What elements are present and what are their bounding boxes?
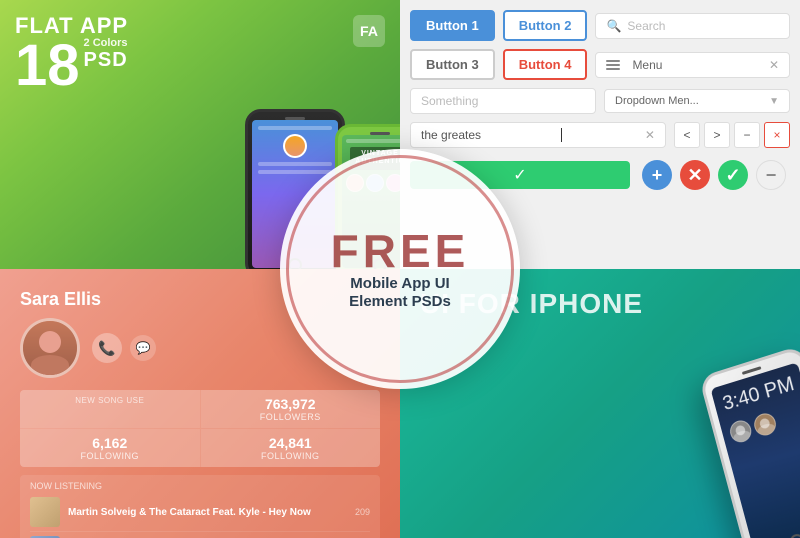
button-row-1: Button 1 Button 2 🔍 Search [410,10,790,41]
stat-label-followers: FOLLOWERS [211,412,371,422]
stat-cell-2: 763,972 FOLLOWERS [201,390,381,428]
music-num-1: 209 [355,507,370,517]
text-input-row: the greates ✕ < > − × [410,122,790,148]
music-row-1: Martin Solveig & The Cataract Feat. Kyle… [30,493,370,532]
main-container: FLAT APP 18 2 Colors PSD FA [0,0,800,538]
menu-line-1 [606,60,620,62]
remove-button[interactable]: ✕ [680,160,710,190]
iphone-3d-mockup: 3:40 PM [720,358,800,538]
iphone-body: 3:40 PM [699,345,800,538]
stat-cell-4: 24,841 FOLLOWING [201,429,381,467]
stat-number-24841: 24,841 [211,435,371,451]
search-icon: 🔍 [606,19,621,33]
nav-next-button[interactable]: > [704,122,730,148]
text-input-field[interactable]: the greates ✕ [410,122,666,148]
input-clear-icon[interactable]: ✕ [645,128,655,142]
music-info-1: Martin Solveig & The Cataract Feat. Kyle… [68,507,347,518]
flat-app-text-block: FLAT APP 18 2 Colors PSD [15,15,128,95]
button-2[interactable]: Button 2 [503,10,588,41]
music-song-1: Martin Solveig & The Cataract Feat. Kyle… [68,507,347,518]
dropdown-menu[interactable]: Dropdown Men... ▼ [604,89,790,113]
button-3[interactable]: Button 3 [410,49,495,80]
stat-label-following: FOLLOWING [30,451,190,461]
menu-line-2 [606,64,620,66]
input-placeholder: Something [421,94,478,108]
music-row-2: Martin Solveig & The Cataract Feat. Kyle… [30,532,370,538]
menu-icon [606,60,620,70]
search-field[interactable]: 🔍 Search [595,13,790,39]
stat-label-1: NEW SONG USE [30,396,190,405]
chevron-down-icon: ▼ [769,96,779,107]
outer-circle: FREE Mobile App UI Element PSDs [280,149,520,389]
cursor [561,128,562,142]
stat-label-following-2: FOLLOWING [211,451,371,461]
nav-minus-button[interactable]: − [734,122,760,148]
colors-psd-block: 2 Colors PSD [84,37,128,78]
call-button[interactable]: 📞 [92,333,122,363]
nav-close-button[interactable]: × [764,122,790,148]
search-placeholder: Search [627,19,665,33]
psd-label: PSD [84,49,128,72]
ok-button[interactable]: ✓ [718,160,748,190]
iphone-screen: 3:40 PM [711,362,800,538]
center-circle-overlay: FREE Mobile App UI Element PSDs [280,149,520,389]
stats-grid: NEW SONG USE 763,972 FOLLOWERS 6,162 FOL… [20,390,380,467]
friends-bar [346,139,400,143]
flat-app-subtitle: 18 2 Colors PSD [15,37,128,95]
close-x-icon[interactable]: ✕ [769,58,779,72]
input-row: Something Dropdown Men... ▼ [410,88,790,114]
chat-button[interactable]: 💬 [130,335,156,361]
lock-screen-content: 3:40 PM [711,362,800,454]
music-thumb-1 [30,497,60,527]
music-section-label: Now Listening [30,481,370,491]
fa-badge: FA [353,15,385,47]
dropdown-label: Dropdown Men... [615,95,699,107]
mobile-app-subtitle-2: Element PSDs [331,293,470,310]
music-section: Now Listening Martin Solveig & The Catar… [20,475,380,538]
menu-line-3 [606,68,620,70]
lock-avatar-1 [728,418,754,445]
menu-control[interactable]: Menu ✕ [595,52,790,78]
mobile-app-subtitle-1: Mobile App UI [331,274,470,294]
something-input[interactable]: Something [410,88,596,114]
colors-label: 2 Colors [84,37,128,49]
stat-number-followers: 763,972 [211,396,371,412]
menu-label: Menu [632,58,763,72]
nav-controls: < > − × [674,122,790,148]
add-button[interactable]: + [642,160,672,190]
avatar [20,318,80,378]
free-label: FREE [331,228,470,274]
button-row-2: Button 3 Button 4 Menu ✕ [410,49,790,80]
button-1[interactable]: Button 1 [410,10,495,41]
number-18: 18 [15,37,80,95]
circle-controls: + ✕ ✓ − [638,156,790,194]
stat-number-6162: 6,162 [30,435,190,451]
stat-cell-3: 6,162 FOLLOWING [20,429,200,467]
stat-cell-1: NEW SONG USE [20,390,200,428]
minus-button[interactable]: − [756,160,786,190]
nav-prev-button[interactable]: < [674,122,700,148]
screen-bar-1 [258,126,332,130]
avatar-photo [23,321,77,375]
circle-inner-content: FREE Mobile App UI Element PSDs [311,208,490,331]
text-input-value: the greates [421,128,481,142]
lock-avatar-2 [752,411,779,438]
button-4[interactable]: Button 4 [503,49,588,80]
